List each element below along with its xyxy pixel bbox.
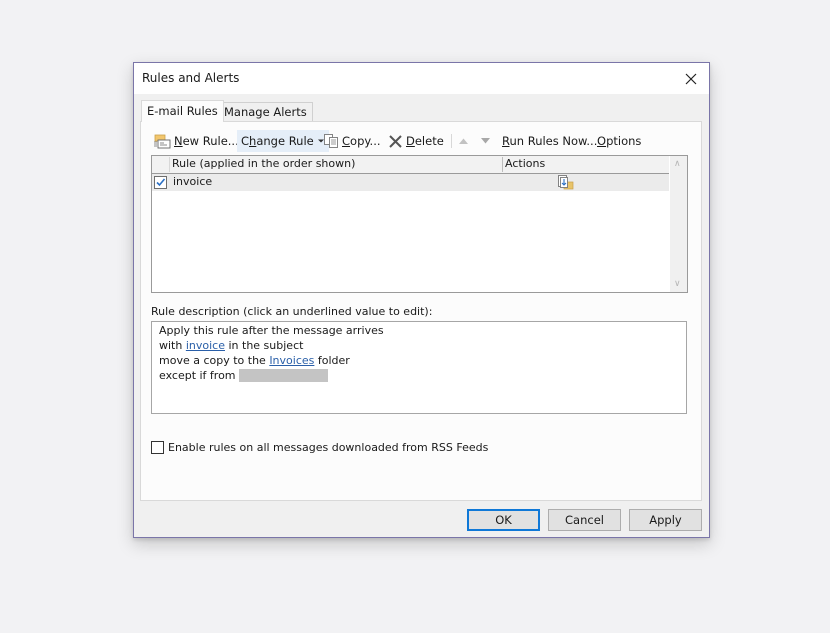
rss-feeds-checkbox[interactable]	[151, 441, 164, 454]
change-rule-button[interactable]: Change Rule	[237, 130, 329, 152]
rules-list[interactable]: Rule (applied in the order shown) Action…	[151, 155, 688, 293]
rss-feeds-label: Enable rules on all messages downloaded …	[168, 441, 489, 454]
move-down-button[interactable]	[480, 130, 491, 152]
tab-email-rules[interactable]: E-mail Rules	[141, 100, 224, 122]
cancel-button[interactable]: Cancel	[548, 509, 621, 531]
column-header-rule[interactable]: Rule (applied in the order shown)	[172, 157, 355, 170]
title-bar: Rules and Alerts	[134, 63, 709, 94]
rules-and-alerts-dialog: Rules and Alerts E-mail Rules Manage Ale…	[133, 62, 710, 538]
column-header-actions[interactable]: Actions	[505, 157, 545, 170]
description-line: move a copy to the Invoices folder	[159, 354, 350, 367]
triangle-up-icon	[459, 138, 468, 144]
scroll-up-icon[interactable]: ∧	[674, 159, 681, 169]
rule-row[interactable]: invoice	[152, 174, 669, 191]
delete-icon	[389, 134, 402, 148]
rule-name: invoice	[173, 175, 213, 188]
delete-button[interactable]: Delete	[388, 130, 444, 152]
rules-list-header: Rule (applied in the order shown) Action…	[152, 156, 669, 174]
run-rules-now-label: Run Rules Now...	[502, 134, 598, 148]
rss-feeds-option[interactable]: Enable rules on all messages downloaded …	[151, 441, 488, 454]
copy-label: Copy...	[342, 134, 381, 148]
run-rules-now-button[interactable]: Run Rules Now...	[502, 130, 597, 152]
checkmark-icon	[156, 178, 166, 187]
rule-description-label: Rule description (click an underlined va…	[151, 305, 433, 318]
options-label: Options	[597, 134, 642, 148]
delete-label: Delete	[406, 134, 444, 148]
rules-list-scrollbar[interactable]: ∧ ∨	[670, 156, 687, 292]
move-up-button[interactable]	[458, 130, 469, 152]
options-button[interactable]: Options	[597, 130, 641, 152]
column-separator[interactable]	[502, 157, 503, 172]
column-separator	[169, 157, 170, 172]
description-line: Apply this rule after the message arrive…	[159, 324, 384, 337]
apply-button[interactable]: Apply	[629, 509, 702, 531]
close-button[interactable]	[677, 66, 705, 92]
tab-manage-alerts[interactable]: Manage Alerts	[218, 102, 313, 121]
folder-value-link[interactable]: Invoices	[269, 354, 314, 367]
copy-button[interactable]: Copy...	[323, 130, 381, 152]
new-rule-button[interactable]: New Rule...	[153, 130, 239, 152]
change-rule-label: Change Rule	[241, 134, 314, 148]
redacted-sender-value[interactable]	[239, 369, 329, 382]
dialog-title: Rules and Alerts	[142, 71, 240, 85]
new-rule-icon	[154, 134, 171, 149]
new-rule-label: New Rule...	[174, 134, 239, 148]
close-icon	[685, 73, 697, 85]
copy-icon	[324, 134, 338, 148]
description-line: with invoice in the subject	[159, 339, 304, 352]
description-line: except if from	[159, 369, 329, 382]
ok-button[interactable]: OK	[467, 509, 540, 531]
toolbar-separator	[451, 134, 452, 148]
move-copy-to-folder-icon	[557, 174, 575, 194]
rules-toolbar: New Rule... Change Rule Copy... Delete R…	[153, 130, 693, 152]
subject-value-link[interactable]: invoice	[186, 339, 225, 352]
rule-description-box: Apply this rule after the message arrive…	[151, 321, 687, 414]
scroll-down-icon[interactable]: ∨	[674, 279, 681, 289]
rule-enabled-checkbox[interactable]	[154, 176, 167, 189]
email-rules-panel: New Rule... Change Rule Copy... Delete R…	[140, 121, 702, 501]
triangle-down-icon	[481, 138, 490, 144]
